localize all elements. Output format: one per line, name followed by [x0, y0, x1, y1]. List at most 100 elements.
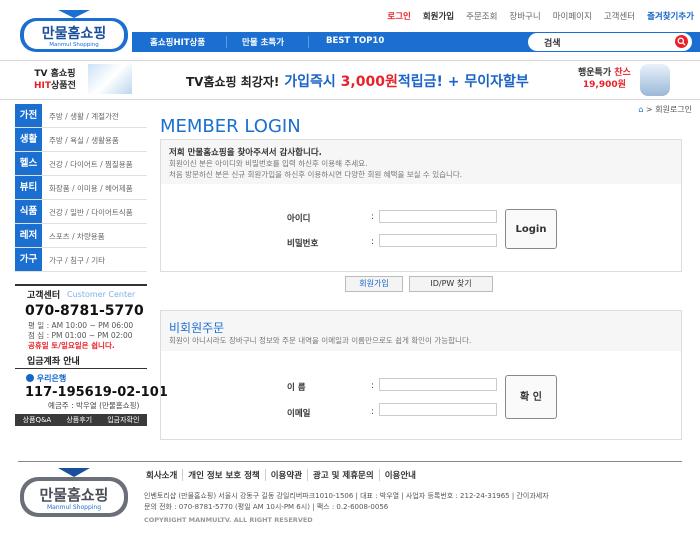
category-furniture[interactable]: 가구 가구 / 침구 / 기타: [15, 248, 147, 272]
customer-center-divider: [15, 284, 147, 286]
tv-hit-banner[interactable]: TV 홈쇼핑 HIT상품전: [34, 68, 76, 92]
bank-name: 우리은행: [26, 373, 66, 384]
promo-join: 가입즉시: [284, 74, 336, 90]
guest-order-box: 비회원주문 회원이 아니시라도 장바구니 정보와 주문 내역을 이메일과 이름만…: [160, 310, 682, 440]
customer-center-eng: Customer Center: [67, 290, 136, 299]
order-lookup-link[interactable]: 주문조회: [466, 10, 497, 22]
copyright: COPYRIGHT MANMULTV. ALL RIGHT RESERVED: [144, 516, 313, 524]
category-leisure[interactable]: 레저 스포츠 / 차량용품: [15, 224, 147, 248]
category-tag: 가구: [15, 248, 42, 271]
category-text: 스포츠 / 차량용품: [49, 232, 105, 241]
company-info-line1: 인벤토리샵 (만물홈쇼핑) 서울시 강동구 길동 강일리버파크1010-1506…: [144, 492, 549, 500]
guest-order-title: 비회원주문: [169, 321, 225, 335]
category-tag: 가전: [15, 104, 42, 127]
site-logo[interactable]: 만물홈쇼핑 Manmul Shopping: [18, 10, 130, 54]
category-text: 건강 / 다이어트 / 찜질용품: [49, 160, 133, 169]
search-icon[interactable]: [675, 35, 688, 48]
footer-divider: [18, 461, 682, 462]
footer-about[interactable]: 회사소개: [146, 469, 182, 481]
find-idpw-button[interactable]: ID/PW 찾기: [409, 276, 493, 292]
member-login-box: 저희 만물홈쇼핑을 찾아주셔서 감사합니다. 회원이신 분은 아이디와 비밀번호…: [160, 139, 682, 272]
footer-privacy[interactable]: 개인 정보 보호 정책: [182, 469, 264, 481]
email-colon: :: [371, 407, 374, 417]
account-holder: 예금주 : 박우열 (만물홈쇼핑): [48, 401, 140, 410]
nav-divider: [226, 36, 227, 48]
email-field[interactable]: [379, 403, 497, 416]
footer-nav: 회사소개 개인 정보 보호 정책 이용약관 광고 및 제휴문의 이용안내: [146, 469, 421, 481]
join-button[interactable]: 회원가입: [345, 276, 403, 292]
signup-promo[interactable]: TV홈쇼핑 최강자! 가입즉시 3,000원적립금! + 무이자할부: [186, 71, 529, 91]
category-text: 가구 / 침구 / 기타: [49, 256, 105, 265]
tv-line2-rest: 상품전: [51, 81, 76, 91]
login-button[interactable]: Login: [505, 209, 557, 249]
category-text: 화장품 / 이미용 / 헤어제품: [49, 184, 133, 193]
name-field[interactable]: [379, 378, 497, 391]
nav-best-top10[interactable]: BEST TOP10: [326, 36, 384, 46]
footer-terms[interactable]: 이용약관: [264, 469, 307, 481]
greeting-title: 저희 만물홈쇼핑을 찾아주셔서 감사합니다.: [169, 148, 322, 158]
id-field[interactable]: [379, 210, 497, 223]
logo-sub: Manmul Shopping: [49, 42, 99, 48]
search-placeholder: 검색: [544, 39, 561, 49]
footer-ad-inquiry[interactable]: 광고 및 제휴문의: [307, 469, 379, 481]
greeting-line1: 회원이신 분은 아이디와 비밀번호를 입력 하신후 이용해 주세요.: [169, 159, 368, 168]
quick-product-qa[interactable]: 상품Q&A: [23, 415, 52, 425]
category-text: 주방 / 생활 / 계절가전: [49, 112, 119, 121]
page-title: MEMBER LOGIN: [160, 116, 301, 137]
category-living[interactable]: 생활 주방 / 욕실 / 생활용품: [15, 128, 147, 152]
pw-colon: :: [371, 237, 374, 247]
footer-logo: 만물홈쇼핑 Manmul Shopping: [18, 468, 130, 520]
category-menu: 가전 주방 / 생활 / 계절가전 생활 주방 / 욕실 / 생활용품 헬스 건강 /…: [15, 104, 147, 272]
lucky-chance: 찬스: [614, 68, 631, 78]
breadcrumb-current: 회원로그인: [655, 105, 692, 114]
category-tag: 뷰티: [15, 176, 42, 199]
quick-links: 상품Q&A 상품후기 입금자확인: [15, 414, 147, 426]
business-hours: 평 일 : AM 10:00 ~ PM 06:00 점 심 : PM 01:00…: [28, 321, 133, 351]
lucky-deal[interactable]: 행운특가 찬스 19,900원: [578, 67, 631, 91]
home-icon[interactable]: ⌂: [638, 105, 643, 114]
category-appliance[interactable]: 가전 주방 / 생활 / 계절가전: [15, 104, 147, 128]
nav-hit-products[interactable]: 홈쇼핑HIT상품: [150, 36, 205, 48]
promo-amount: 3,000원: [340, 74, 398, 90]
account-number: 117-195619-02-101: [25, 385, 168, 400]
product-image: [88, 64, 132, 94]
category-health[interactable]: 헬스 건강 / 다이어트 / 찜질용품: [15, 152, 147, 176]
favorite-link[interactable]: 즐겨찾기추가: [647, 10, 694, 22]
bank-logo-icon: [26, 374, 34, 382]
phone-number: 070-8781-5770: [25, 303, 144, 319]
hours-lunch: 점 심 : PM 01:00 ~ PM 02:00: [28, 331, 133, 340]
customer-center-title: 고객센터: [27, 291, 61, 301]
category-tag: 식품: [15, 200, 42, 223]
category-beauty[interactable]: 뷰티 화장품 / 이미용 / 헤어제품: [15, 176, 147, 200]
quick-reviews[interactable]: 상품후기: [66, 415, 92, 425]
hours-holiday: 공휴일 토/일요일은 쉽니다.: [28, 341, 115, 350]
mypage-link[interactable]: 마이페이지: [553, 10, 592, 22]
footer-logo-sub: Manmul Shopping: [47, 504, 101, 511]
cart-link[interactable]: 장바구니: [509, 10, 540, 22]
pw-label: 비밀번호: [287, 239, 319, 249]
greeting-line2: 처음 방문하신 분은 신규 회원가입을 하신후 이용하시면 다양한 회원 혜택을…: [169, 170, 463, 179]
footer-guide[interactable]: 이용안내: [378, 469, 421, 481]
join-link[interactable]: 회원가입: [423, 10, 454, 22]
password-field[interactable]: [379, 234, 497, 247]
nav-special-price[interactable]: 만물 초특가: [242, 36, 284, 48]
category-food[interactable]: 식품 건강 / 일반 / 다이어트식품: [15, 200, 147, 224]
category-tag: 레저: [15, 224, 42, 247]
name-label: 이 름: [287, 383, 306, 393]
bank-divider: [15, 368, 147, 369]
email-label: 이메일: [287, 409, 311, 419]
category-text: 건강 / 일반 / 다이어트식품: [49, 208, 133, 217]
bank-name-text: 우리은행: [36, 374, 67, 383]
footer-logo-text: 만물홈쇼핑: [39, 486, 108, 504]
quick-deposit-check[interactable]: 입금자확인: [107, 415, 139, 425]
tv-line2-red: HIT: [34, 81, 52, 91]
confirm-button[interactable]: 확 인: [505, 375, 557, 419]
nav-divider: [308, 36, 309, 48]
bank-title: 입금계좌 안내: [27, 357, 80, 367]
search-input[interactable]: 검색: [528, 33, 692, 51]
id-label: 아이디: [287, 214, 311, 224]
product-image: [640, 64, 670, 96]
promo-lead: TV홈쇼핑 최강자!: [186, 75, 280, 89]
customer-center-link[interactable]: 고객센터: [604, 10, 635, 22]
login-link[interactable]: 로그인: [387, 10, 410, 22]
